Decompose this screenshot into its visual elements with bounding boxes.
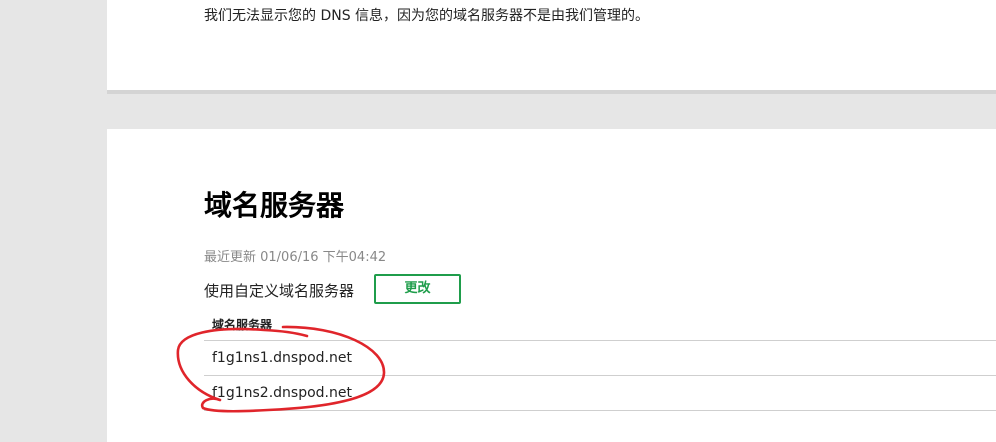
dns-info-card: 我们无法显示您的 DNS 信息，因为您的域名服务器不是由我们管理的。 (107, 0, 996, 94)
nameserver-table: 域名服务器 f1g1ns1.dnspod.net f1g1ns2.dnspod.… (204, 311, 996, 411)
nameserver-status-text: 使用自定义域名服务器 (204, 282, 355, 300)
nameserver-section-title: 域名服务器 (204, 189, 345, 222)
nameserver-card: 域名服务器 最近更新 01/06/16 下午04:42 使用自定义域名服务器 更… (107, 129, 996, 442)
change-nameserver-button[interactable]: 更改 (374, 274, 461, 304)
nameserver-row-2: f1g1ns2.dnspod.net (204, 376, 996, 411)
dns-info-message: 我们无法显示您的 DNS 信息，因为您的域名服务器不是由我们管理的。 (204, 8, 650, 24)
nameserver-table-header: 域名服务器 (204, 311, 996, 341)
last-updated-text: 最近更新 01/06/16 下午04:42 (204, 250, 387, 265)
nameserver-row-1: f1g1ns1.dnspod.net (204, 341, 996, 376)
